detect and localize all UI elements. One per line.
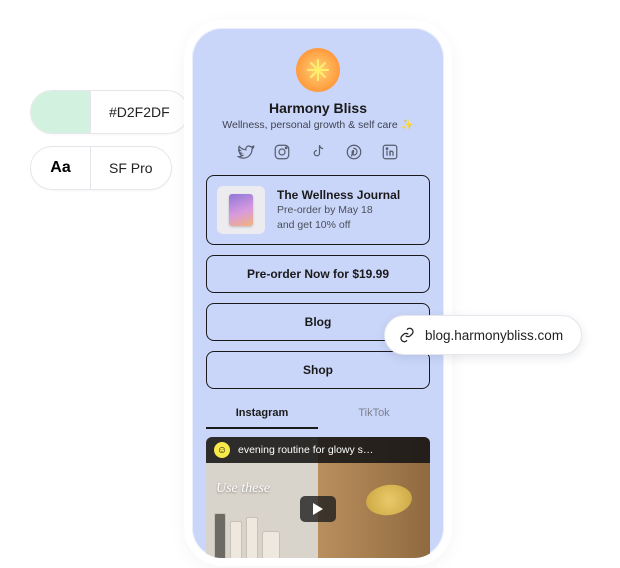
video-header: ☺ evening routine for glowy s…: [206, 437, 430, 463]
video-thumbnail[interactable]: ☺ evening routine for glowy s… Use these: [206, 437, 430, 558]
phone-preview-frame: Harmony Bliss Wellness, personal growth …: [192, 28, 444, 558]
font-chip[interactable]: Aa SF Pro: [30, 146, 172, 190]
twitter-icon[interactable]: [237, 143, 255, 161]
smiley-icon: ☺: [214, 442, 230, 458]
book-icon: [229, 194, 253, 226]
instagram-icon[interactable]: [273, 143, 291, 161]
feature-subtitle-1: Pre-order by May 18: [277, 203, 400, 217]
profile-name: Harmony Bliss: [206, 100, 430, 116]
social-row: [206, 143, 430, 161]
feature-title: The Wellness Journal: [277, 188, 400, 202]
play-icon[interactable]: [300, 496, 336, 522]
video-graphic-eyepatch: [364, 482, 414, 518]
feed-tabs: Instagram TikTok: [206, 399, 430, 429]
tab-tiktok[interactable]: TikTok: [318, 399, 430, 429]
feature-thumbnail: [217, 186, 265, 234]
shop-button[interactable]: Shop: [206, 351, 430, 389]
color-swatch: [31, 91, 91, 133]
font-name-label: SF Pro: [91, 160, 171, 176]
shop-button-label: Shop: [217, 363, 419, 377]
tab-instagram[interactable]: Instagram: [206, 399, 318, 429]
video-overlay-text: Use these: [216, 481, 270, 497]
color-chip[interactable]: #D2F2DF: [30, 90, 189, 134]
video-graphic-bottles: [214, 513, 280, 558]
feature-subtitle-2: and get 10% off: [277, 218, 400, 232]
preorder-button-label: Pre-order Now for $19.99: [217, 267, 419, 281]
color-hex-label: #D2F2DF: [91, 104, 188, 120]
font-sample-icon: Aa: [31, 147, 91, 189]
feature-card[interactable]: The Wellness Journal Pre-order by May 18…: [206, 175, 430, 245]
profile-tagline: Wellness, personal growth & self care ✨: [206, 118, 430, 131]
link-icon: [399, 327, 415, 343]
tiktok-icon[interactable]: [309, 143, 327, 161]
url-callout[interactable]: blog.harmonybliss.com: [384, 315, 582, 355]
video-title: evening routine for glowy s…: [238, 444, 373, 456]
pinterest-icon[interactable]: [345, 143, 363, 161]
linkedin-icon[interactable]: [381, 143, 399, 161]
sparkle-icon: [306, 58, 330, 82]
preorder-button[interactable]: Pre-order Now for $19.99: [206, 255, 430, 293]
url-callout-text: blog.harmonybliss.com: [425, 328, 563, 343]
profile-avatar[interactable]: [296, 48, 340, 92]
